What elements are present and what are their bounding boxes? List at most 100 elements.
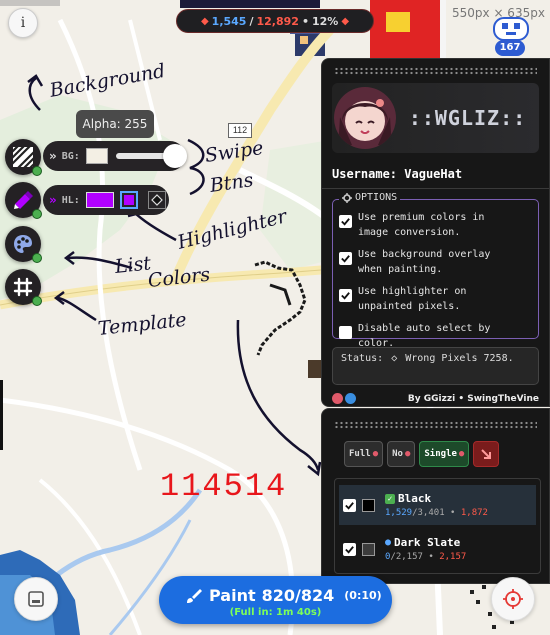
palette-icon bbox=[14, 235, 32, 253]
color-stats: 0/2,157 • 2,157 bbox=[385, 552, 466, 562]
brand-title: ::WGLIZ:: bbox=[408, 106, 527, 130]
color-row-dark-slate[interactable]: ● Dark Slate 0/2,157 • 2,157 bbox=[339, 529, 536, 569]
mode-no-button[interactable]: No ● bbox=[387, 441, 416, 467]
mode-full-label: Full bbox=[349, 449, 371, 459]
color-info: ✓ Black 1,529/3,401 • 1,872 bbox=[385, 492, 488, 518]
diamond-icon: ◇ bbox=[391, 353, 398, 364]
option-row[interactable]: Disable auto select by color. bbox=[339, 321, 532, 351]
option-checkbox[interactable] bbox=[339, 215, 352, 228]
color-name-text: Dark Slate bbox=[394, 536, 461, 549]
slider-knob[interactable] bbox=[163, 144, 187, 168]
color-list-panel: Full ● No ● Single ● ✓ Black 1,529/3,401… bbox=[321, 408, 550, 584]
profile-header: ::WGLIZ:: bbox=[332, 83, 539, 153]
check-badge-icon: ✓ bbox=[385, 493, 395, 504]
counter-separator: / bbox=[249, 14, 254, 28]
username-row: Username: VagueHat bbox=[332, 167, 549, 181]
locate-button[interactable] bbox=[491, 577, 535, 621]
option-label: Use premium colors in image conversion. bbox=[358, 212, 485, 238]
mode-single-label: Single bbox=[424, 449, 457, 459]
brush-icon bbox=[187, 588, 202, 603]
color-swatch bbox=[362, 542, 375, 556]
drag-handle[interactable] bbox=[334, 421, 537, 429]
template-button[interactable] bbox=[5, 269, 42, 306]
color-checkbox[interactable] bbox=[343, 498, 356, 512]
grid-hash-icon bbox=[13, 277, 33, 297]
palette-icon: ● bbox=[372, 449, 379, 459]
highlighter-button[interactable] bbox=[5, 182, 42, 219]
option-checkbox[interactable] bbox=[339, 289, 352, 302]
globe-icon[interactable] bbox=[345, 393, 356, 404]
chevron-right-icon: » bbox=[49, 193, 57, 207]
status-text: Wrong Pixels 7258. bbox=[405, 353, 514, 364]
diamond-outline-icon bbox=[150, 194, 163, 206]
color-list: ✓ Black 1,529/3,401 • 1,872 ● Dark Slate bbox=[334, 478, 541, 574]
profile-panel: ::WGLIZ:: Username: VagueHat OPTIONS Use… bbox=[321, 58, 550, 407]
collapse-button[interactable] bbox=[473, 441, 500, 467]
option-checkbox[interactable] bbox=[339, 252, 352, 265]
avatar bbox=[334, 87, 396, 149]
background-overlay-button[interactable] bbox=[5, 139, 42, 176]
total-count: 2,157 bbox=[395, 552, 423, 562]
color-checkbox[interactable] bbox=[343, 542, 356, 556]
option-row[interactable]: Use highlighter on unpainted pixels. bbox=[339, 284, 532, 314]
remaining-count: 1,872 bbox=[460, 508, 488, 518]
list-colors-button[interactable] bbox=[5, 226, 42, 263]
mode-no-label: No bbox=[392, 449, 403, 459]
option-label: Disable auto select by color. bbox=[358, 323, 491, 349]
palette-icon: ● bbox=[404, 449, 411, 459]
droplet-icon: ● bbox=[385, 537, 392, 548]
bg-color-swatch[interactable] bbox=[85, 148, 108, 164]
option-row[interactable]: Use background overlay when painting. bbox=[339, 247, 532, 277]
status-label: Status: bbox=[341, 353, 384, 364]
pixel-info-button[interactable] bbox=[14, 577, 58, 621]
bg-alpha-slider[interactable] bbox=[115, 144, 187, 168]
hl-mode-fill-button[interactable] bbox=[119, 191, 138, 209]
hl-color-swatch[interactable] bbox=[85, 192, 114, 208]
total-count: 3,401 bbox=[417, 508, 445, 518]
display-mode-row: Full ● No ● Single ● bbox=[344, 441, 549, 467]
paint-button-main: Paint 820/824 (0:10) bbox=[185, 586, 382, 605]
credit-icons bbox=[332, 393, 356, 404]
diamond-icon: ◆ bbox=[341, 15, 350, 27]
option-row[interactable]: Use premium colors in image conversion. bbox=[339, 210, 532, 240]
enabled-indicator bbox=[32, 296, 42, 306]
pixel-progress-counter: ◆ 1,545 / 12,892 • 12% ◆ bbox=[176, 9, 374, 33]
alpha-tooltip: Alpha: 255 bbox=[76, 110, 154, 138]
checkmark-icon bbox=[341, 292, 350, 300]
username-value: VagueHat bbox=[404, 167, 463, 181]
color-name: ● Dark Slate bbox=[385, 536, 466, 549]
checkmark-icon bbox=[341, 218, 350, 226]
options-title: OPTIONS bbox=[339, 192, 401, 203]
color-swatch bbox=[362, 498, 375, 512]
credits-text: By GGizzi • SwingTheVine bbox=[407, 393, 539, 404]
hl-mode-outline-button[interactable] bbox=[147, 191, 166, 209]
remaining-count: 2,157 bbox=[439, 552, 467, 562]
highlighter-controls-pill: » HL: bbox=[43, 185, 169, 215]
paint-button[interactable]: Paint 820/824 (0:10) (Full in: 1m 40s) bbox=[159, 576, 392, 624]
color-info: ● Dark Slate 0/2,157 • 2,157 bbox=[385, 536, 466, 562]
option-checkbox[interactable] bbox=[339, 326, 352, 339]
arrow-down-right-icon bbox=[481, 449, 492, 459]
info-button[interactable]: i bbox=[8, 8, 38, 38]
chevron-right-icon: » bbox=[49, 149, 57, 163]
mode-full-button[interactable]: Full ● bbox=[344, 441, 384, 467]
counter-bullet: • bbox=[301, 14, 309, 28]
color-row-black[interactable]: ✓ Black 1,529/3,401 • 1,872 bbox=[339, 485, 536, 525]
palette-small-icon[interactable] bbox=[332, 393, 343, 404]
red-pixel-number: 114514 bbox=[160, 468, 288, 505]
status-box: Status: ◇ Wrong Pixels 7258. bbox=[332, 347, 539, 385]
stat-bullet: • bbox=[450, 508, 456, 518]
paint-cooldown: (0:10) bbox=[344, 589, 382, 602]
gear-icon bbox=[342, 192, 352, 203]
painted-count: 1,545 bbox=[211, 14, 247, 28]
level-badge[interactable]: 167 bbox=[492, 14, 530, 58]
checkmark-icon bbox=[345, 501, 354, 510]
mode-single-button[interactable]: Single ● bbox=[419, 441, 470, 467]
road-number-label: 112 bbox=[228, 123, 252, 138]
option-label: Use background overlay when painting. bbox=[358, 249, 491, 275]
percent-complete: 12% bbox=[311, 14, 339, 28]
highlighter-icon bbox=[14, 191, 33, 209]
username-label: Username: bbox=[332, 167, 398, 181]
enabled-indicator bbox=[32, 209, 42, 219]
drag-handle[interactable] bbox=[334, 67, 537, 75]
